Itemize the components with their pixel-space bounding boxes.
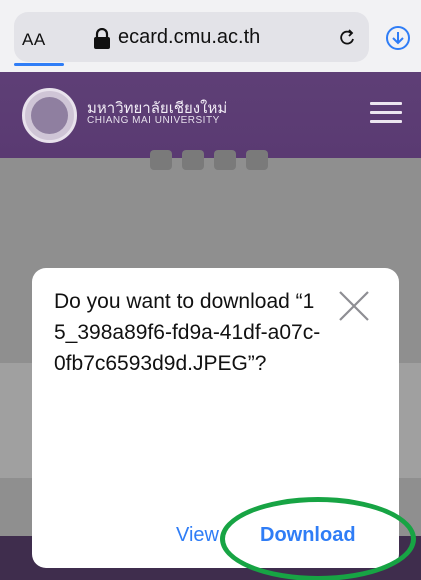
downloads-icon[interactable] [385,25,411,51]
facebook-icon [150,150,172,170]
site-header: มหาวิทยาลัยเชียงใหม่ CHIANG MAI UNIVERSI… [0,72,421,158]
web-icon [246,150,268,170]
url-text[interactable]: ecard.cmu.ac.th [118,26,260,49]
text-size-button[interactable]: AA [22,30,46,50]
close-icon[interactable] [336,288,372,324]
lock-icon [94,28,110,49]
dialog-message: Do you want to download “15_398a89f6-fd9… [54,290,321,375]
email-icon [214,150,236,170]
view-button[interactable]: View [176,524,219,547]
progress-indicator [14,63,64,66]
social-icons [150,150,270,172]
logo-emblem [31,97,68,134]
menu-icon[interactable] [370,102,402,124]
university-name-english: CHIANG MAI UNIVERSITY [87,115,220,126]
annotation-ellipse [220,497,416,580]
twitter-icon [182,150,204,170]
browser-toolbar: AA ecard.cmu.ac.th [0,0,421,72]
university-logo[interactable] [22,88,77,143]
reload-icon[interactable] [338,28,358,48]
